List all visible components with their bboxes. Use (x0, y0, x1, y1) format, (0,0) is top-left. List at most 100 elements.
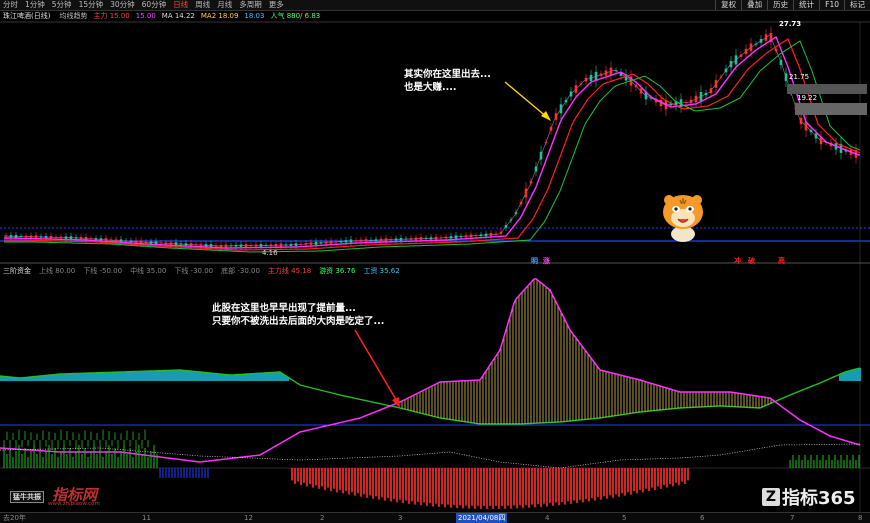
candle-body-74 (374, 239, 378, 241)
candle-body-75 (379, 238, 383, 242)
candle-body-29 (149, 241, 153, 244)
candle-body-112 (564, 99, 568, 103)
candle-body-108 (544, 141, 548, 143)
candle-body-18 (94, 238, 98, 240)
candle-body-1 (9, 235, 13, 238)
candle-body-154 (774, 48, 778, 52)
candle-body-77 (389, 238, 393, 241)
sub-title[interactable]: 三阶资金 (3, 266, 31, 276)
candle-body-110 (554, 113, 558, 120)
candle-body-22 (114, 239, 118, 242)
candle-body-57 (289, 243, 293, 246)
green-osc-line (0, 367, 861, 425)
candle-body-122 (614, 70, 618, 72)
candle-body-12 (64, 236, 68, 239)
candle-body-159 (799, 117, 803, 125)
candle-body-86 (434, 236, 438, 240)
candle-body-81 (409, 238, 413, 240)
candle-body-96 (484, 233, 488, 237)
candle-body-14 (74, 237, 78, 239)
signal-tag-2: 冲 (734, 257, 741, 265)
callout-early-signal: 此股在这里也早早出现了提前量... 只要你不被洗出去后面的大肉是吃定了... (212, 302, 384, 328)
candle-body-79 (399, 237, 403, 241)
candle-body-140 (704, 92, 708, 96)
candle-body-30 (154, 241, 158, 245)
candle-body-58 (294, 243, 298, 246)
right-watermark: Z 指标365 (762, 484, 856, 510)
candle-body-72 (364, 239, 368, 242)
candle-body-55 (279, 243, 283, 247)
callout1-line2: 也是大赚.... (404, 82, 457, 93)
small-tag: 猛牛共振 (10, 491, 44, 503)
sub-value-4: 底部 -30.00 (221, 267, 260, 275)
time-axis: 去20年 11 12 2 3 2021/04/08四 4 5 6 7 8 (0, 512, 870, 523)
callout1-arrow-line (504, 81, 549, 119)
candle-body-4 (24, 235, 28, 238)
candle-body-138 (694, 95, 698, 103)
candle-body-24 (124, 240, 128, 242)
candle-body-141 (709, 88, 713, 94)
candle-body-156 (784, 73, 788, 82)
candle-body-76 (384, 238, 388, 242)
candle-body-109 (549, 126, 553, 131)
candle-body-69 (349, 239, 353, 243)
left-watermark-url: www.zhibiaow.com (48, 501, 100, 507)
candle-body-65 (329, 240, 333, 244)
candle-body-33 (169, 242, 173, 245)
sub-indicator-header: 三阶资金 上线 80.00 下线 -50.00 中线 35.00 下线 -30.… (0, 266, 870, 276)
callout-exit-point: 其实你在这里出去... 也是大赚.... (404, 68, 491, 94)
sub-value-6: 游资 36.76 (319, 267, 356, 275)
sub-value-1: 下线 -50.00 (83, 267, 123, 275)
candle-body-21 (109, 239, 113, 241)
candle-body-80 (404, 238, 408, 240)
candle-body-11 (59, 236, 63, 239)
candle-body-66 (334, 241, 338, 243)
candle-body-126 (634, 84, 638, 88)
candle-body-44 (224, 244, 228, 248)
candle-body-25 (129, 240, 133, 243)
candle-body-136 (684, 101, 688, 103)
candle-body-35 (179, 243, 183, 245)
candle-body-6 (34, 235, 38, 239)
sub-value-3: 下线 -30.00 (174, 267, 214, 275)
z-logo-icon: Z (762, 488, 780, 506)
candle-body-100 (504, 225, 508, 228)
candle-body-143 (719, 76, 723, 78)
candle-body-15 (79, 237, 83, 240)
candle-body-114 (574, 85, 578, 93)
candle-body-3 (19, 235, 23, 237)
candle-body-73 (369, 239, 373, 241)
candle-body-45 (229, 245, 233, 247)
candle-body-31 (159, 242, 163, 244)
candle-body-115 (579, 83, 583, 85)
candle-body-82 (414, 237, 418, 240)
candle-body-106 (534, 166, 538, 172)
candle-body-117 (589, 74, 593, 82)
candle-body-121 (609, 67, 613, 76)
candle-body-155 (779, 60, 783, 65)
candle-body-146 (734, 55, 738, 65)
candle-body-147 (739, 54, 743, 57)
candle-body-91 (459, 235, 463, 238)
candle-body-8 (44, 236, 48, 239)
sub-value-7: 工资 35.62 (363, 267, 400, 275)
candle-body-161 (809, 129, 813, 133)
callout1-arrow-head (541, 111, 551, 121)
candle-body-68 (344, 240, 348, 243)
candle-body-46 (234, 244, 238, 247)
candle-body-116 (584, 77, 588, 82)
callout2-line2: 只要你不被洗出去后面的大肉是吃定了... (212, 316, 385, 327)
signal-tag-0: 明 (531, 257, 538, 265)
candle-body-120 (604, 70, 608, 76)
candle-body-83 (419, 237, 423, 241)
low-price-label: 4.16 (262, 249, 278, 257)
candle-body-32 (164, 242, 168, 245)
candle-body-139 (699, 92, 703, 101)
candle-body-78 (394, 238, 398, 241)
candle-body-137 (689, 99, 693, 104)
candle-body-70 (354, 240, 358, 242)
candle-body-85 (429, 237, 433, 240)
candle-body-92 (464, 235, 468, 238)
sub-value-0: 上线 80.00 (39, 267, 76, 275)
candle-body-42 (214, 245, 218, 247)
